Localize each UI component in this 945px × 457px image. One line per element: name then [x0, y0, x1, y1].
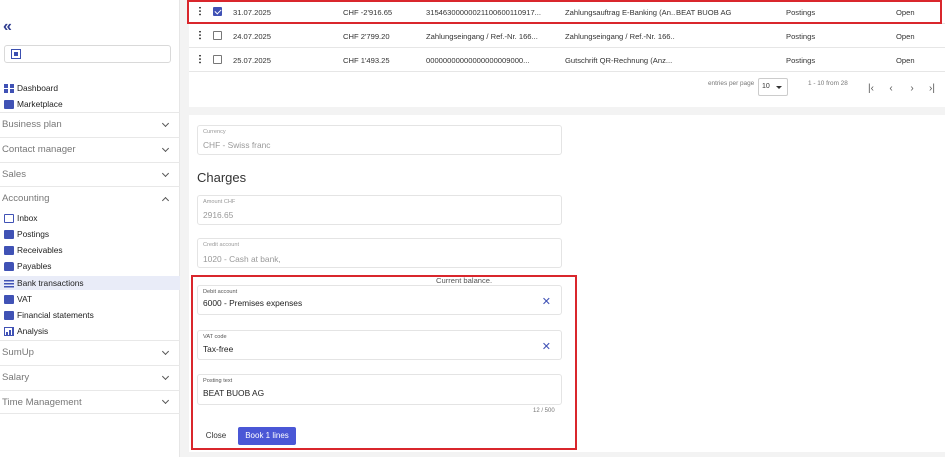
company-selector[interactable] [4, 45, 171, 63]
cell-text: Zahlungseingang / Ref.-Nr. 166... [565, 32, 675, 41]
sidebar-section-contact-manager[interactable]: Contact manager [0, 137, 180, 161]
cell-reference: 00000000000000000009000... [426, 56, 530, 65]
table-row[interactable]: 24.07.2025 CHF 2'799.20 Zahlungseingang … [189, 24, 945, 48]
sidebar-item-label: Financial statements [17, 310, 94, 320]
sidebar-item-label: Inbox [17, 213, 38, 223]
currency-value: CHF - Swiss franc [203, 140, 271, 150]
chevron-down-icon [161, 396, 170, 405]
entries-per-page-label: entries per page [708, 80, 755, 87]
section-label: Time Management [2, 396, 82, 408]
amount-field: Amount CHF 2916.65 [197, 195, 562, 225]
sidebar-item-label: VAT [17, 294, 33, 304]
sidebar-section-time-management[interactable]: Time Management [0, 390, 180, 414]
sidebar-item-payables[interactable]: Payables [4, 259, 51, 273]
store-icon [4, 99, 14, 109]
inbox-icon [4, 213, 14, 223]
sidebar-item-postings[interactable]: Postings [4, 227, 49, 241]
bottom-divider [189, 452, 945, 457]
sidebar-section-accounting[interactable]: Accounting [0, 186, 180, 210]
sidebar-item-label: Analysis [17, 326, 49, 336]
section-label: Salary [2, 372, 30, 383]
last-page-icon[interactable]: ›| [927, 84, 937, 94]
section-label: Sales [2, 169, 26, 180]
chevron-down-icon [161, 169, 170, 177]
row-checkbox[interactable] [213, 55, 222, 64]
cell-reference: Zahlungseingang / Ref.-Nr. 166... [426, 32, 538, 41]
chevron-down-icon [161, 347, 170, 355]
sidebar-section-business-plan[interactable]: Business plan [0, 112, 180, 136]
cell-status: Open [896, 32, 915, 41]
sidebar-item-bank-transactions[interactable]: Bank transactions [0, 276, 180, 290]
highlight-selected-row [187, 0, 942, 24]
credit-account-label: Credit account [203, 242, 240, 248]
section-label: Contact manager [2, 144, 76, 155]
section-label: SumUp [2, 347, 34, 358]
chevron-down-icon [161, 119, 170, 127]
amount-label: Amount CHF [203, 199, 236, 205]
caret-down-icon [776, 86, 782, 89]
per-page-value: 10 [762, 83, 770, 90]
cell-text: Gutschrift QR-Rechnung (Anz... [565, 56, 673, 65]
highlight-form-section [191, 275, 577, 450]
credit-account-field: Credit account 1020 - Cash at bank, [197, 238, 562, 268]
receivables-icon [4, 245, 14, 255]
sidebar-item-inbox[interactable]: Inbox [4, 211, 38, 225]
credit-account-value: 1020 - Cash at bank, [203, 254, 281, 264]
sidebar-item-label: Marketplace [17, 99, 63, 109]
sidebar-item-label: Payables [17, 261, 52, 271]
currency-label: Currency [203, 129, 226, 135]
sidebar-item-label: Dashboard [17, 83, 58, 93]
cell-type: Postings [786, 56, 816, 65]
sidebar-item-dashboard[interactable]: Dashboard [4, 81, 58, 95]
more-vertical-icon[interactable] [199, 30, 201, 40]
building-icon [11, 49, 21, 59]
prev-page-icon[interactable]: ‹ [886, 84, 896, 94]
row-checkbox[interactable] [213, 31, 222, 40]
sidebar-item-label: Postings [17, 229, 50, 239]
bank-lines-icon [4, 278, 14, 288]
sidebar: « Dashboard Marketplace Business plan Co… [0, 0, 180, 457]
amount-value: 2916.65 [203, 210, 234, 220]
dashboard-grid-icon [4, 83, 14, 93]
sidebar-item-analysis[interactable]: Analysis [4, 324, 48, 338]
sidebar-section-sales[interactable]: Sales [0, 162, 180, 186]
double-chevron-left-icon[interactable]: « [3, 19, 12, 35]
financial-statements-icon [4, 310, 14, 320]
cell-date: 25.07.2025 [233, 56, 272, 65]
sidebar-item-marketplace[interactable]: Marketplace [4, 97, 63, 111]
cell-amount: CHF 2'799.20 [343, 32, 390, 41]
chevron-down-icon [161, 372, 170, 380]
cell-status: Open [896, 56, 915, 65]
sidebar-section-salary[interactable]: Salary [0, 365, 180, 389]
vat-icon [4, 294, 14, 304]
sidebar-item-label: Receivables [17, 245, 63, 255]
section-label: Accounting [2, 193, 50, 204]
book-icon [4, 229, 14, 239]
per-page-select[interactable]: 10 [758, 78, 788, 96]
sidebar-item-label: Bank transactions [17, 278, 84, 288]
pagination-range: 1 - 10 from 28 [808, 80, 848, 87]
currency-field: Currency CHF - Swiss franc [197, 125, 562, 155]
first-page-icon[interactable]: |‹ [866, 84, 876, 94]
page-title: Charges [197, 170, 247, 185]
chevron-down-icon [161, 144, 170, 152]
sidebar-item-vat[interactable]: VAT [4, 292, 32, 306]
section-label: Business plan [2, 119, 62, 130]
sidebar-item-financial-statements[interactable]: Financial statements [4, 308, 94, 322]
chevron-up-icon [161, 196, 170, 204]
payables-icon [4, 261, 14, 271]
cell-date: 24.07.2025 [233, 32, 272, 41]
next-page-icon[interactable]: › [907, 84, 917, 94]
cell-type: Postings [786, 32, 816, 41]
table-row[interactable]: 25.07.2025 CHF 1'493.25 0000000000000000… [189, 48, 945, 72]
more-vertical-icon[interactable] [199, 54, 201, 64]
analysis-chart-icon [4, 326, 14, 336]
sidebar-section-sumup[interactable]: SumUp [0, 340, 180, 364]
sidebar-item-receivables[interactable]: Receivables [4, 243, 63, 257]
cell-amount: CHF 1'493.25 [343, 56, 390, 65]
